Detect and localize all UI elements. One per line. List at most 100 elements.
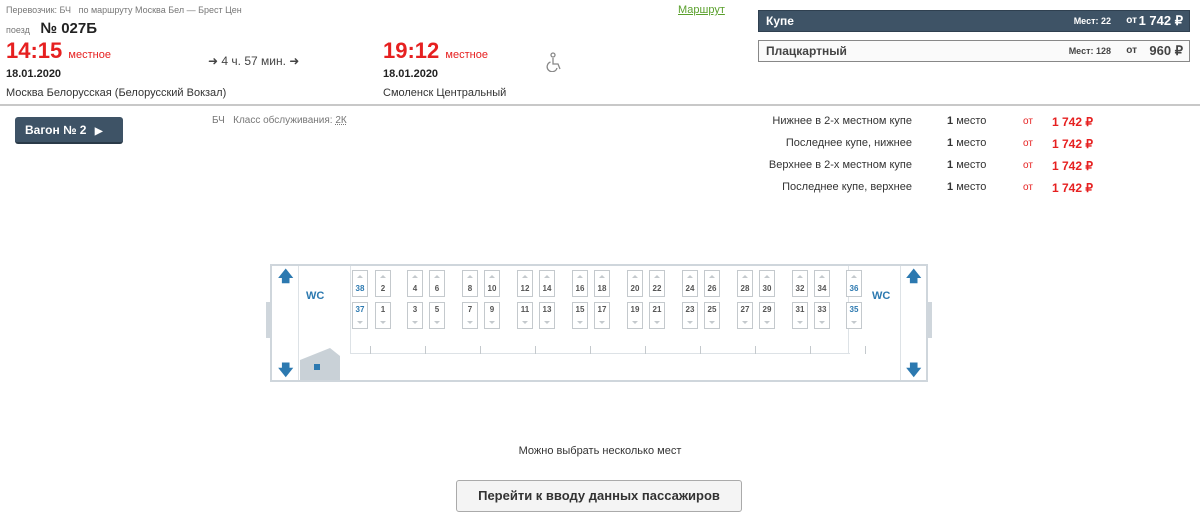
seat-number: 3 <box>412 305 418 314</box>
seat-31[interactable]: 31 <box>792 302 808 329</box>
train-number-line: поезд № 027Б <box>6 20 97 38</box>
seat-5[interactable]: 5 <box>429 302 445 329</box>
triangle-down-icon <box>434 321 440 324</box>
seat-22[interactable]: 22 <box>649 270 665 297</box>
price-row: Последнее купе, верхнее 1 место от 1 742… <box>700 181 1180 197</box>
seat-23[interactable]: 23 <box>682 302 698 329</box>
wagon-button[interactable]: Вагон № 2 ▶ <box>15 117 123 144</box>
triangle-up-icon <box>434 275 440 278</box>
seat-35[interactable]: 35 <box>846 302 862 329</box>
seat-11[interactable]: 11 <box>517 302 533 329</box>
car-coupler-right <box>928 302 932 338</box>
seat-32[interactable]: 32 <box>792 270 808 297</box>
seat-14[interactable]: 14 <box>539 270 555 297</box>
triangle-up-icon <box>851 275 857 278</box>
seat-16[interactable]: 16 <box>572 270 588 297</box>
seat-37[interactable]: 37 <box>352 302 368 329</box>
departure-station: Москва Белорусская (Белорусский Вокзал) <box>6 87 227 99</box>
class-seats: Мест: 22 <box>1073 16 1111 26</box>
triangle-down-icon <box>709 321 715 324</box>
triangle-up-icon <box>489 275 495 278</box>
car-coupler-left <box>266 302 270 338</box>
next-button[interactable]: Перейти к вводу данных пассажиров <box>456 480 742 512</box>
seat-34[interactable]: 34 <box>814 270 830 297</box>
price-count: 1 место <box>947 137 987 149</box>
arrival-tz: местное <box>445 49 488 61</box>
triangle-right-icon: ▶ <box>94 126 103 137</box>
right-arrow-icon: ➜ <box>208 54 219 68</box>
triangle-down-icon <box>764 321 770 324</box>
route-label: по маршруту Москва Бел — Брест Цен <box>78 5 242 15</box>
seat-21[interactable]: 21 <box>649 302 665 329</box>
seat-12[interactable]: 12 <box>517 270 533 297</box>
price-count: 1 место <box>947 159 987 171</box>
seat-10[interactable]: 10 <box>484 270 500 297</box>
seat-17[interactable]: 17 <box>594 302 610 329</box>
seat-8[interactable]: 8 <box>462 270 478 297</box>
triangle-up-icon <box>742 275 748 278</box>
seat-29[interactable]: 29 <box>759 302 775 329</box>
seat-27[interactable]: 27 <box>737 302 753 329</box>
seat-number: 15 <box>575 305 585 314</box>
triangle-up-icon <box>654 275 660 278</box>
price-row: Последнее купе, нижнее 1 место от 1 742 … <box>700 137 1180 153</box>
price-ot: от <box>1023 160 1033 171</box>
route-link[interactable]: Маршрут <box>678 4 725 16</box>
price-ot: от <box>1023 182 1033 193</box>
seat-2[interactable]: 2 <box>375 270 391 297</box>
seat-9[interactable]: 9 <box>484 302 500 329</box>
seat-3[interactable]: 3 <box>407 302 423 329</box>
class-platskart[interactable]: Плацкартный Мест: 128 от 960 ₽ <box>758 40 1190 62</box>
compartment-divider <box>590 346 591 354</box>
seat-24[interactable]: 24 <box>682 270 698 297</box>
wc-label: WC <box>306 290 325 302</box>
arrival-station: Смоленск Центральный <box>383 87 507 99</box>
triangle-up-icon <box>544 275 550 278</box>
seat-20[interactable]: 20 <box>627 270 643 297</box>
seat-4[interactable]: 4 <box>407 270 423 297</box>
price-value: 1 742 ₽ <box>1052 137 1093 151</box>
service-label: Класс обслуживания: <box>233 115 333 126</box>
seat-28[interactable]: 28 <box>737 270 753 297</box>
triangle-up-icon <box>764 275 770 278</box>
seat-19[interactable]: 19 <box>627 302 643 329</box>
class-ot: от <box>1126 45 1137 56</box>
seat-18[interactable]: 18 <box>594 270 610 297</box>
duration-text: 4 ч. 57 мин. <box>221 54 286 68</box>
seat-33[interactable]: 33 <box>814 302 830 329</box>
seat-36[interactable]: 36 <box>846 270 862 297</box>
compartment-divider <box>425 346 426 354</box>
price-row: Верхнее в 2-х местном купе 1 место от 1 … <box>700 159 1180 175</box>
departure-date: 18.01.2020 <box>6 68 62 80</box>
triangle-down-icon <box>742 321 748 324</box>
seat-number: 27 <box>740 305 750 314</box>
train-number: № 027Б <box>40 20 98 37</box>
seat-15[interactable]: 15 <box>572 302 588 329</box>
departure-time-block: 14:15 местное <box>6 38 111 64</box>
seat-number: 28 <box>740 284 750 293</box>
price-desc: Последнее купе, верхнее <box>782 181 912 193</box>
service-class[interactable]: 2К <box>335 115 346 126</box>
seat-number: 9 <box>489 305 495 314</box>
triangle-up-icon <box>412 275 418 278</box>
seat-6[interactable]: 6 <box>429 270 445 297</box>
seat-13[interactable]: 13 <box>539 302 555 329</box>
triangle-up-icon <box>687 275 693 278</box>
compartment-divider <box>755 346 756 354</box>
class-kupe[interactable]: Купе Мест: 22 от 1 742 ₽ <box>758 10 1190 32</box>
seat-38[interactable]: 38 <box>352 270 368 297</box>
seat-26[interactable]: 26 <box>704 270 720 297</box>
carrier-info: Перевозчик: БЧ по маршруту Москва Бел — … <box>6 5 242 15</box>
seat-number: 11 <box>520 305 530 314</box>
triangle-up-icon <box>577 275 583 278</box>
seat-25[interactable]: 25 <box>704 302 720 329</box>
carrier-label: Перевозчик: БЧ <box>6 5 72 15</box>
seat-7[interactable]: 7 <box>462 302 478 329</box>
seat-number: 23 <box>685 305 695 314</box>
seat-30[interactable]: 30 <box>759 270 775 297</box>
multi-select-note: Можно выбрать несколько мест <box>518 445 682 457</box>
seat-number: 20 <box>630 284 640 293</box>
seat-1[interactable]: 1 <box>375 302 391 329</box>
triangle-up-icon <box>819 275 825 278</box>
class-price: 960 ₽ <box>1149 43 1183 58</box>
